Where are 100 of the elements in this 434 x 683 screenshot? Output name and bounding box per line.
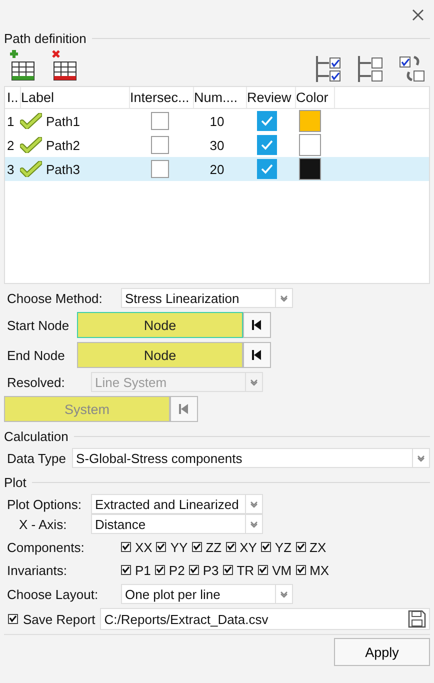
checkbox[interactable] — [156, 542, 166, 552]
check-mark-icon — [20, 137, 42, 153]
dropdown[interactable]: Stress Linearization — [121, 288, 293, 308]
field-label: Choose Layout: — [6, 586, 100, 602]
checkbox[interactable] — [154, 565, 165, 575]
column-header[interactable]: Review — [247, 87, 296, 108]
column-header[interactable]: Num.... — [194, 87, 247, 108]
checkbox[interactable] — [257, 159, 277, 179]
table-cell: 2 — [7, 138, 14, 152]
swap-check-icon[interactable] — [398, 54, 426, 84]
checkbox-label: VM — [272, 562, 292, 578]
checkbox-label: P1 — [135, 562, 151, 578]
field-label: Components: — [6, 540, 86, 554]
table-row[interactable]: 1 Path1 10 — [5, 109, 429, 133]
table-cell: Path3 — [46, 162, 80, 176]
checkbox[interactable] — [296, 542, 306, 552]
column-header[interactable]: Label — [21, 87, 130, 108]
checkbox-label: Save Report — [23, 612, 96, 626]
group-title: Path definition — [4, 30, 86, 46]
group-title: Plot — [4, 474, 26, 490]
checkbox-label: P3 — [202, 562, 219, 578]
dropdown[interactable]: Extracted and Linearized — [91, 494, 263, 514]
close-icon[interactable] — [412, 9, 424, 21]
checkbox[interactable] — [150, 112, 168, 130]
checkbox[interactable] — [150, 136, 168, 154]
checkbox[interactable] — [121, 542, 131, 552]
checkmark-icon — [261, 164, 273, 174]
field-label: Choose Method: — [6, 290, 104, 306]
checkbox[interactable] — [8, 614, 18, 624]
save-icon[interactable] — [408, 610, 426, 628]
checkbox[interactable] — [258, 565, 268, 575]
table-cell: 10 — [210, 114, 224, 128]
check-mark-icon — [20, 113, 42, 129]
pick-button[interactable] — [243, 312, 271, 338]
field-label: Start Node — [6, 318, 70, 332]
table-cell: Path1 — [46, 114, 80, 128]
tree-check-all-icon[interactable] — [314, 54, 342, 84]
field-label: End Node — [6, 348, 66, 362]
field-label: Resolved: — [6, 374, 66, 390]
dropdown[interactable]: Distance — [91, 514, 263, 534]
field-label: X - Axis: — [18, 516, 68, 532]
checkbox[interactable] — [222, 565, 233, 575]
column-header[interactable]: Intersec... — [130, 87, 194, 108]
checkmark-icon — [122, 543, 130, 551]
color-swatch[interactable] — [299, 158, 321, 180]
checkbox[interactable] — [257, 135, 277, 155]
checkbox[interactable] — [150, 160, 168, 178]
checkbox[interactable] — [121, 565, 131, 575]
field-label: Plot Options: — [6, 496, 82, 512]
node-button[interactable]: Node — [77, 312, 243, 338]
pick-button[interactable] — [243, 342, 271, 368]
table-row[interactable]: 2 Path2 30 — [5, 133, 429, 157]
group-title: Calculation — [4, 428, 68, 444]
table-cell: 1 — [7, 114, 14, 128]
checkbox[interactable] — [260, 542, 271, 552]
checkbox-label: MX — [310, 562, 330, 578]
tree-uncheck-all-icon[interactable] — [356, 54, 384, 84]
input-field[interactable]: C:/Reports/Extract_Data.csv — [100, 608, 430, 630]
checkmark-icon — [261, 140, 273, 150]
table-cell: 3 — [7, 162, 14, 176]
checkmark-icon — [226, 543, 235, 551]
checkmark-icon — [156, 566, 164, 574]
checkmark-icon — [261, 116, 273, 126]
checkbox[interactable] — [226, 542, 236, 552]
checkbox-label: ZZ — [206, 540, 222, 554]
checkmark-icon — [262, 543, 270, 551]
node-button[interactable]: Node — [77, 342, 243, 368]
checkbox-label: ZX — [310, 540, 326, 554]
checkbox-label: XX — [135, 540, 152, 554]
checkbox[interactable] — [188, 565, 199, 575]
checkbox[interactable] — [257, 111, 277, 131]
color-swatch[interactable] — [299, 134, 321, 156]
check-mark-icon — [20, 161, 42, 177]
select-icon — [251, 319, 263, 331]
field-label: Data Type — [6, 450, 66, 466]
checkbox[interactable] — [296, 565, 306, 575]
checkmark-icon — [9, 615, 17, 623]
apply-button[interactable]: Apply — [334, 638, 430, 666]
column-header[interactable]: Color — [296, 87, 335, 108]
color-swatch[interactable] — [299, 110, 321, 132]
checkmark-icon — [224, 566, 232, 574]
dropdown[interactable]: S-Global-Stress components — [72, 448, 430, 468]
checkbox-label: TR — [236, 562, 254, 578]
checkmark-icon — [259, 566, 268, 574]
column-header[interactable]: I.. — [5, 87, 21, 108]
checkbox[interactable] — [192, 542, 202, 552]
select-icon — [178, 403, 190, 415]
table-cell: 30 — [210, 138, 224, 152]
selected-table-row[interactable]: 3 Path3 20 — [5, 157, 429, 181]
dropdown[interactable]: One plot per line — [121, 584, 293, 604]
checkmark-icon — [192, 543, 201, 551]
table-cell: Path2 — [46, 138, 80, 152]
checkbox-label: YY — [170, 540, 188, 554]
checkbox-label: P2 — [168, 562, 185, 578]
table-cell: 20 — [210, 162, 224, 176]
checkmark-icon — [296, 566, 305, 574]
checkmark-icon — [157, 543, 166, 551]
checkmark-icon — [190, 566, 198, 574]
field-label: Invariants: — [6, 562, 68, 578]
select-icon — [251, 349, 263, 361]
